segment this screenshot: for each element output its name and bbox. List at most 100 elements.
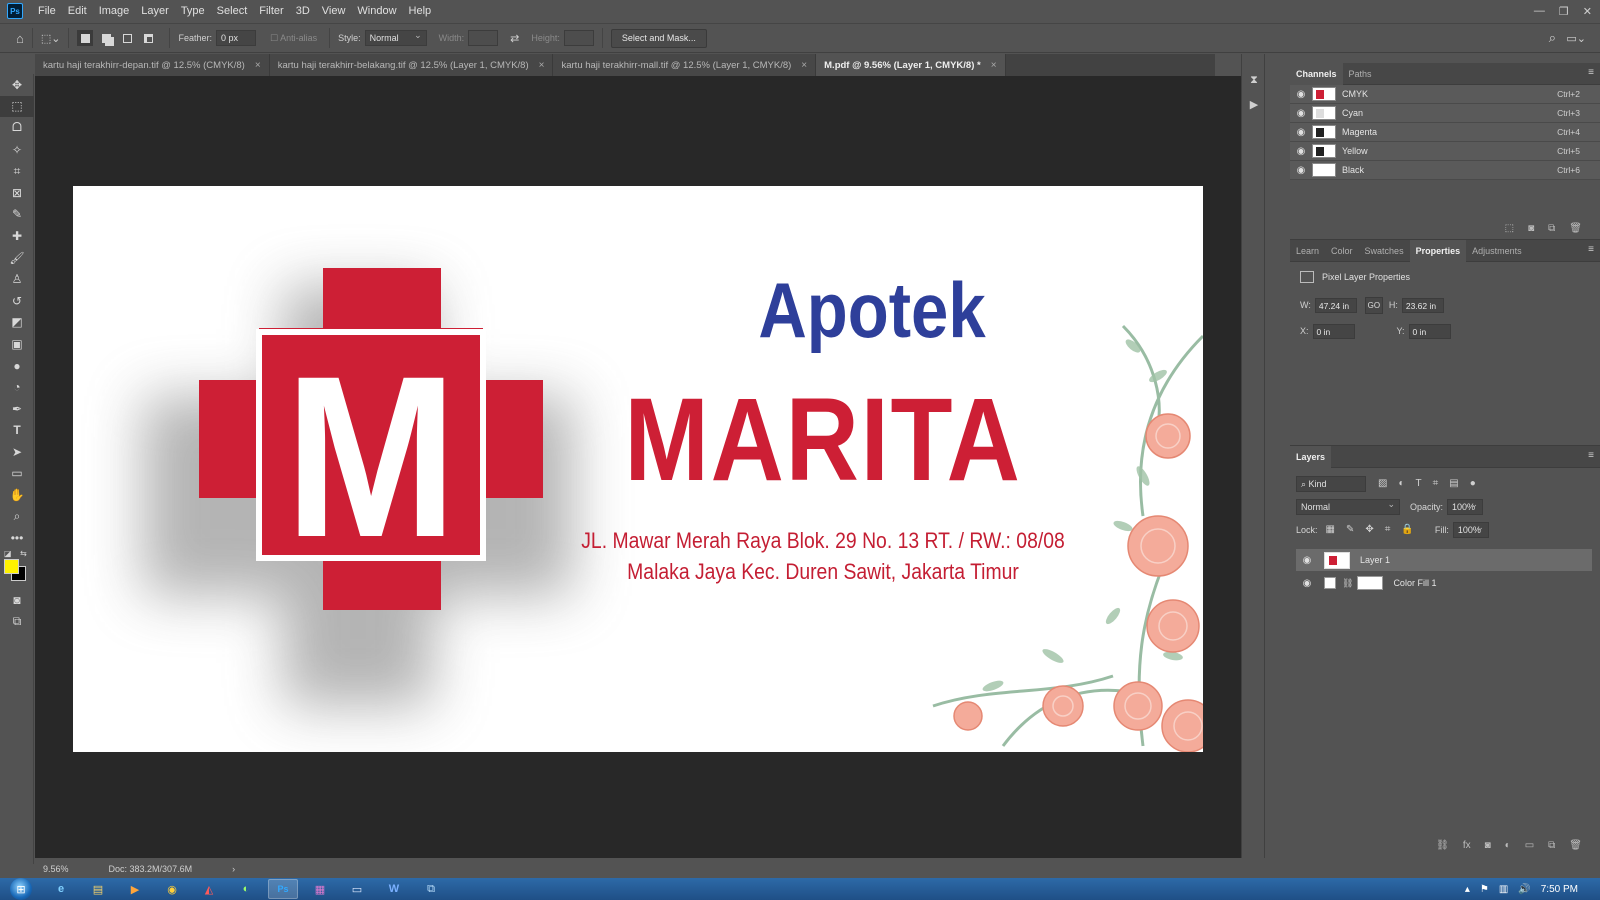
- kind-filter-select[interactable]: ⌕ Kind: [1296, 475, 1366, 492]
- canvas-area[interactable]: M Apotek MARITA JL. Mawar Merah Raya Blo…: [35, 76, 1241, 858]
- document-canvas[interactable]: M Apotek MARITA JL. Mawar Merah Raya Blo…: [73, 186, 1203, 752]
- word-icon[interactable]: W: [379, 879, 409, 899]
- link-dimensions-icon[interactable]: GO: [1364, 296, 1383, 314]
- magic-wand-tool-icon[interactable]: ✧: [0, 139, 34, 161]
- tab-properties[interactable]: Properties: [1409, 239, 1467, 262]
- photoshop-taskbar-icon[interactable]: Ps: [268, 879, 298, 899]
- tab-color[interactable]: Color: [1325, 240, 1359, 262]
- eyedropper-tool-icon[interactable]: ✎: [0, 204, 34, 226]
- lock-artboard-icon[interactable]: ⌗: [1385, 524, 1391, 535]
- hand-tool-icon[interactable]: ✋: [0, 484, 34, 506]
- chrome-icon[interactable]: ◉: [157, 879, 187, 899]
- visibility-eye-icon[interactable]: ◉: [1290, 89, 1312, 100]
- close-icon[interactable]: ×: [801, 60, 807, 71]
- menu-file[interactable]: File: [32, 0, 62, 22]
- antialias-checkbox[interactable]: ☐ Anti-alias: [270, 33, 317, 44]
- tab-kartu-belakang[interactable]: kartu haji terakhirr-belakang.tif @ 12.5…: [269, 54, 554, 76]
- menu-select[interactable]: Select: [211, 0, 254, 22]
- menu-type[interactable]: Type: [175, 0, 211, 22]
- tab-learn[interactable]: Learn: [1290, 240, 1325, 262]
- load-selection-icon[interactable]: ⬚: [1505, 223, 1514, 234]
- layer-row-layer-1[interactable]: ◉ Layer 1: [1296, 549, 1592, 571]
- winrar-icon[interactable]: ▦: [305, 879, 335, 899]
- internet-explorer-icon[interactable]: e: [46, 879, 76, 899]
- new-layer-icon[interactable]: ⧉: [1548, 840, 1555, 851]
- close-icon[interactable]: ×: [991, 60, 997, 71]
- y-field[interactable]: 0 in: [1408, 323, 1451, 339]
- rectangle-tool-icon[interactable]: ▭: [0, 463, 34, 485]
- pixel-filter-icon[interactable]: ▨: [1378, 478, 1387, 489]
- file-explorer-icon[interactable]: ▤: [83, 879, 113, 899]
- filter-toggle-icon[interactable]: ●: [1470, 478, 1476, 489]
- subtract-selection-button[interactable]: [119, 30, 135, 46]
- lock-pixels-icon[interactable]: ✎: [1346, 524, 1354, 535]
- height-field[interactable]: 23.62 in: [1401, 297, 1444, 313]
- tab-channels[interactable]: Channels: [1290, 62, 1343, 85]
- network-icon[interactable]: ▥: [1499, 884, 1508, 895]
- marquee-tool-icon[interactable]: ⬚: [0, 95, 34, 118]
- volume-icon[interactable]: 🔊: [1518, 884, 1530, 895]
- menu-layer[interactable]: Layer: [135, 0, 175, 22]
- channel-row-cyan[interactable]: ◉ Cyan Ctrl+3: [1290, 104, 1600, 123]
- tab-m-pdf[interactable]: M.pdf @ 9.56% (Layer 1, CMYK/8) * ×: [816, 54, 1006, 76]
- clock[interactable]: 7:50 PM: [1541, 884, 1578, 895]
- opacity-field[interactable]: 100%: [1447, 498, 1484, 515]
- blend-mode-select[interactable]: Normal: [1296, 498, 1400, 515]
- eraser-tool-icon[interactable]: ◩: [0, 312, 34, 334]
- intersect-selection-button[interactable]: [140, 30, 156, 46]
- blur-tool-icon[interactable]: ●: [0, 355, 34, 377]
- channel-row-black[interactable]: ◉ Black Ctrl+6: [1290, 161, 1600, 180]
- menu-window[interactable]: Window: [351, 0, 402, 22]
- status-menu-arrow[interactable]: ›: [232, 864, 235, 874]
- width-input[interactable]: [468, 30, 499, 46]
- swap-colors-icon[interactable]: ⇆: [20, 549, 27, 558]
- dodge-tool-icon[interactable]: ◔: [0, 376, 34, 398]
- lasso-tool-icon[interactable]: ᗝ: [0, 117, 34, 139]
- x-field[interactable]: 0 in: [1312, 323, 1355, 339]
- lock-all-icon[interactable]: 🔒: [1401, 524, 1413, 535]
- panel-menu-icon[interactable]: ≡: [1588, 450, 1594, 461]
- add-mask-icon[interactable]: ◙: [1485, 840, 1491, 851]
- type-filter-icon[interactable]: T: [1416, 478, 1422, 489]
- brush-tool-icon[interactable]: 🖌: [0, 247, 34, 269]
- fill-field[interactable]: 100%: [1452, 521, 1489, 538]
- frame-tool-icon[interactable]: ⊠: [0, 182, 34, 204]
- visibility-eye-icon[interactable]: ◉: [1290, 108, 1312, 119]
- new-group-icon[interactable]: ▭: [1525, 840, 1534, 851]
- tab-kartu-depan[interactable]: kartu haji terakhirr-depan.tif @ 12.5% (…: [35, 54, 270, 76]
- zoom-tool-icon[interactable]: ⌕: [0, 506, 34, 528]
- type-tool-icon[interactable]: T: [0, 420, 34, 442]
- save-selection-icon[interactable]: ◙: [1528, 223, 1534, 234]
- add-selection-button[interactable]: [98, 30, 114, 46]
- foreground-color-swatch[interactable]: [4, 559, 19, 575]
- visibility-eye-icon[interactable]: ◉: [1296, 555, 1318, 566]
- menu-3d[interactable]: 3D: [290, 0, 316, 22]
- tray-expand-icon[interactable]: ▴: [1465, 884, 1470, 895]
- fx-icon[interactable]: fx: [1463, 840, 1471, 851]
- channel-row-cmyk[interactable]: ◉ CMYK Ctrl+2: [1290, 85, 1600, 104]
- panel-menu-icon[interactable]: ≡: [1588, 244, 1594, 255]
- pen-tool-icon[interactable]: ✒: [0, 398, 34, 420]
- visibility-eye-icon[interactable]: ◉: [1296, 578, 1318, 589]
- more-tools-icon[interactable]: •••: [0, 527, 34, 549]
- close-icon[interactable]: ×: [255, 60, 261, 71]
- restore-icon[interactable]: ❐: [1559, 5, 1569, 18]
- move-tool-icon[interactable]: ✥: [0, 74, 34, 96]
- start-button-icon[interactable]: ⊞: [10, 878, 32, 900]
- workspace-icon[interactable]: ▭⌄: [1566, 32, 1586, 45]
- history-panel-icon[interactable]: ⧗: [1242, 68, 1266, 92]
- stamp-tool-icon[interactable]: ♙: [0, 268, 34, 290]
- gradient-tool-icon[interactable]: ▣: [0, 333, 34, 355]
- panel-menu-icon[interactable]: ≡: [1588, 67, 1594, 78]
- close-icon[interactable]: ×: [539, 60, 545, 71]
- visibility-eye-icon[interactable]: ◉: [1290, 127, 1312, 138]
- default-colors-icon[interactable]: ◪: [4, 549, 12, 558]
- path-selection-tool-icon[interactable]: ➤: [0, 441, 34, 463]
- link-layers-icon[interactable]: ⛓: [1436, 840, 1449, 851]
- marquee-preset-icon[interactable]: ⬚⌄: [41, 32, 61, 45]
- actions-panel-icon[interactable]: ▶: [1242, 92, 1266, 116]
- visibility-eye-icon[interactable]: ◉: [1290, 165, 1312, 176]
- new-selection-button[interactable]: [77, 30, 94, 46]
- new-channel-icon[interactable]: ⧉: [1548, 223, 1555, 234]
- action-center-flag-icon[interactable]: ⚑: [1480, 884, 1489, 895]
